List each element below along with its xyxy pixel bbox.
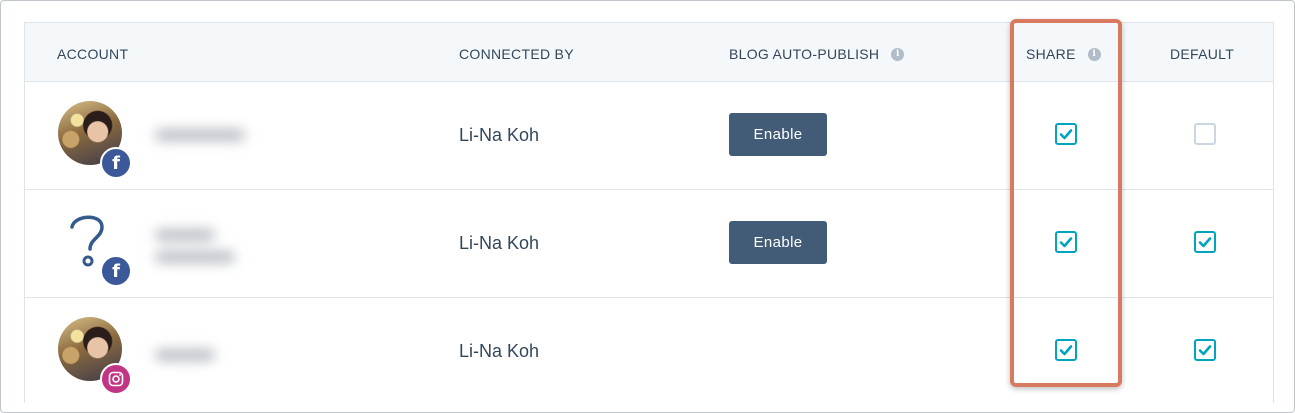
header-account-label: ACCOUNT: [57, 46, 129, 62]
instagram-icon: [100, 363, 132, 395]
header-blog-auto-publish: BLOG AUTO-PUBLISH i: [729, 46, 905, 62]
connected-by-name: Li-Na Koh: [459, 125, 540, 145]
header-default: DEFAULT: [1170, 46, 1234, 62]
account-name-blurred: [149, 307, 269, 395]
default-checkbox[interactable]: [1194, 231, 1216, 253]
header-default-label: DEFAULT: [1170, 46, 1235, 62]
connected-by-name: Li-Na Koh: [459, 233, 540, 253]
header-connected-by-label: CONNECTED BY: [459, 46, 574, 62]
header-blog-auto-publish-label: BLOG AUTO-PUBLISH: [729, 46, 880, 62]
header-connected-by: CONNECTED BY: [459, 46, 574, 62]
connected-by-name: Li-Na Koh: [459, 341, 540, 361]
checkmark-icon: [1198, 345, 1212, 356]
enable-blog-auto-publish-button[interactable]: Enable: [729, 113, 827, 156]
facebook-icon: f: [100, 147, 132, 179]
default-checkbox[interactable]: [1194, 339, 1216, 361]
default-checkbox[interactable]: [1194, 123, 1216, 145]
account-name-blurred: [149, 91, 269, 179]
info-icon[interactable]: i: [891, 47, 905, 61]
share-column-highlight: [1010, 19, 1122, 387]
account-name-blurred: [149, 199, 269, 287]
enable-blog-auto-publish-button[interactable]: Enable: [729, 221, 827, 264]
header-account: ACCOUNT: [57, 46, 128, 62]
instagram-glyph-icon: [108, 371, 124, 387]
checkmark-icon: [1198, 237, 1212, 248]
facebook-icon: f: [100, 255, 132, 287]
